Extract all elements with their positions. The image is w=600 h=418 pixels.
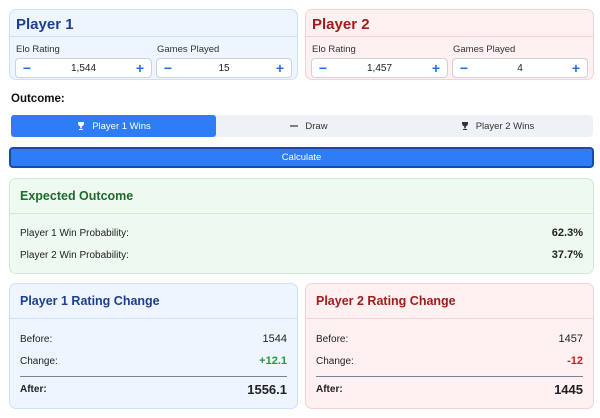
minus-icon[interactable]: − xyxy=(312,59,334,77)
trophy-icon xyxy=(461,122,468,130)
player2-games-input[interactable]: 4 xyxy=(475,63,565,74)
expected-outcome-card: Expected Outcome Player 1 Win Probabilit… xyxy=(9,178,594,274)
player1-change-value: +12.1 xyxy=(259,355,287,367)
player1-after-row: After: 1556.1 xyxy=(20,382,287,397)
player1-games-stepper: − 15 + xyxy=(156,58,292,78)
player2-probability-value: 37.7% xyxy=(551,249,583,261)
player2-change-value: -12 xyxy=(567,355,583,367)
player1-games-input[interactable]: 15 xyxy=(179,63,269,74)
outcome-player1-wins[interactable]: Player 1 Wins xyxy=(11,115,216,137)
player2-elo-label: Elo Rating xyxy=(312,44,356,55)
player1-change-row: Change: +12.1 xyxy=(20,355,287,367)
player1-title: Player 1 xyxy=(10,10,297,37)
player1-after-label: After: xyxy=(20,384,47,395)
player2-before-row: Before: 1457 xyxy=(316,333,583,345)
player1-elo-label: Elo Rating xyxy=(16,44,60,55)
player2-probability-row: Player 2 Win Probability: 37.7% xyxy=(20,249,583,261)
player2-before-value: 1457 xyxy=(558,333,583,345)
player2-title: Player 2 xyxy=(306,10,593,37)
player2-after-row: After: 1445 xyxy=(316,382,583,397)
trophy-icon xyxy=(78,122,85,130)
player1-after-value: 1556.1 xyxy=(247,382,287,397)
player1-elo-stepper: − 1,544 + xyxy=(15,58,152,78)
player1-rating-change-title: Player 1 Rating Change xyxy=(10,284,297,319)
calculate-button[interactable]: Calculate xyxy=(9,147,594,168)
player2-rating-change-card: Player 2 Rating Change Before: 1457 Chan… xyxy=(305,283,594,409)
player1-change-label: Change: xyxy=(20,355,58,367)
player2-elo-input[interactable]: 1,457 xyxy=(334,63,425,74)
player1-games-label: Games Played xyxy=(157,44,220,55)
player2-after-value: 1445 xyxy=(554,382,583,397)
player1-probability-row: Player 1 Win Probability: 62.3% xyxy=(20,227,583,239)
player2-after-label: After: xyxy=(316,384,343,395)
plus-icon[interactable]: + xyxy=(129,59,151,77)
plus-icon[interactable]: + xyxy=(565,59,587,77)
player1-before-label: Before: xyxy=(20,333,53,345)
player1-probability-value: 62.3% xyxy=(551,227,583,239)
player1-before-row: Before: 1544 xyxy=(20,333,287,345)
outcome-player1-wins-label: Player 1 Wins xyxy=(92,120,151,132)
player1-before-value: 1544 xyxy=(262,333,287,345)
player2-card: Player 2 Elo Rating − 1,457 + Games Play… xyxy=(305,9,594,80)
player2-change-label: Change: xyxy=(316,355,354,367)
player2-rating-change-title: Player 2 Rating Change xyxy=(306,284,593,319)
minus-icon[interactable]: − xyxy=(157,59,179,77)
plus-icon[interactable]: + xyxy=(425,59,447,77)
minus-icon[interactable]: − xyxy=(16,59,38,77)
player1-probability-label: Player 1 Win Probability: xyxy=(20,227,129,239)
minus-icon[interactable]: − xyxy=(453,59,475,77)
outcome-label: Outcome: xyxy=(11,93,65,105)
outcome-player2-wins-label: Player 2 Wins xyxy=(475,120,535,132)
player1-elo-input[interactable]: 1,544 xyxy=(38,63,129,74)
outcome-draw-label: Draw xyxy=(305,120,328,132)
minus-icon xyxy=(290,125,299,127)
divider xyxy=(20,376,287,377)
player2-elo-stepper: − 1,457 + xyxy=(311,58,448,78)
player2-before-label: Before: xyxy=(316,333,349,345)
player1-rating-change-card: Player 1 Rating Change Before: 1544 Chan… xyxy=(9,283,298,409)
outcome-player2-wins[interactable]: Player 2 Wins xyxy=(401,115,593,137)
expected-outcome-title: Expected Outcome xyxy=(10,179,593,214)
plus-icon[interactable]: + xyxy=(269,59,291,77)
player2-games-label: Games Played xyxy=(453,44,516,55)
player2-change-row: Change: -12 xyxy=(316,355,583,367)
player1-card: Player 1 Elo Rating − 1,544 + Games Play… xyxy=(9,9,298,80)
divider xyxy=(316,376,583,377)
outcome-draw[interactable]: Draw xyxy=(216,115,401,137)
player2-games-stepper: − 4 + xyxy=(452,58,588,78)
outcome-selector: Player 1 Wins Draw Player 2 Wins xyxy=(11,115,593,137)
player2-probability-label: Player 2 Win Probability: xyxy=(20,249,129,261)
